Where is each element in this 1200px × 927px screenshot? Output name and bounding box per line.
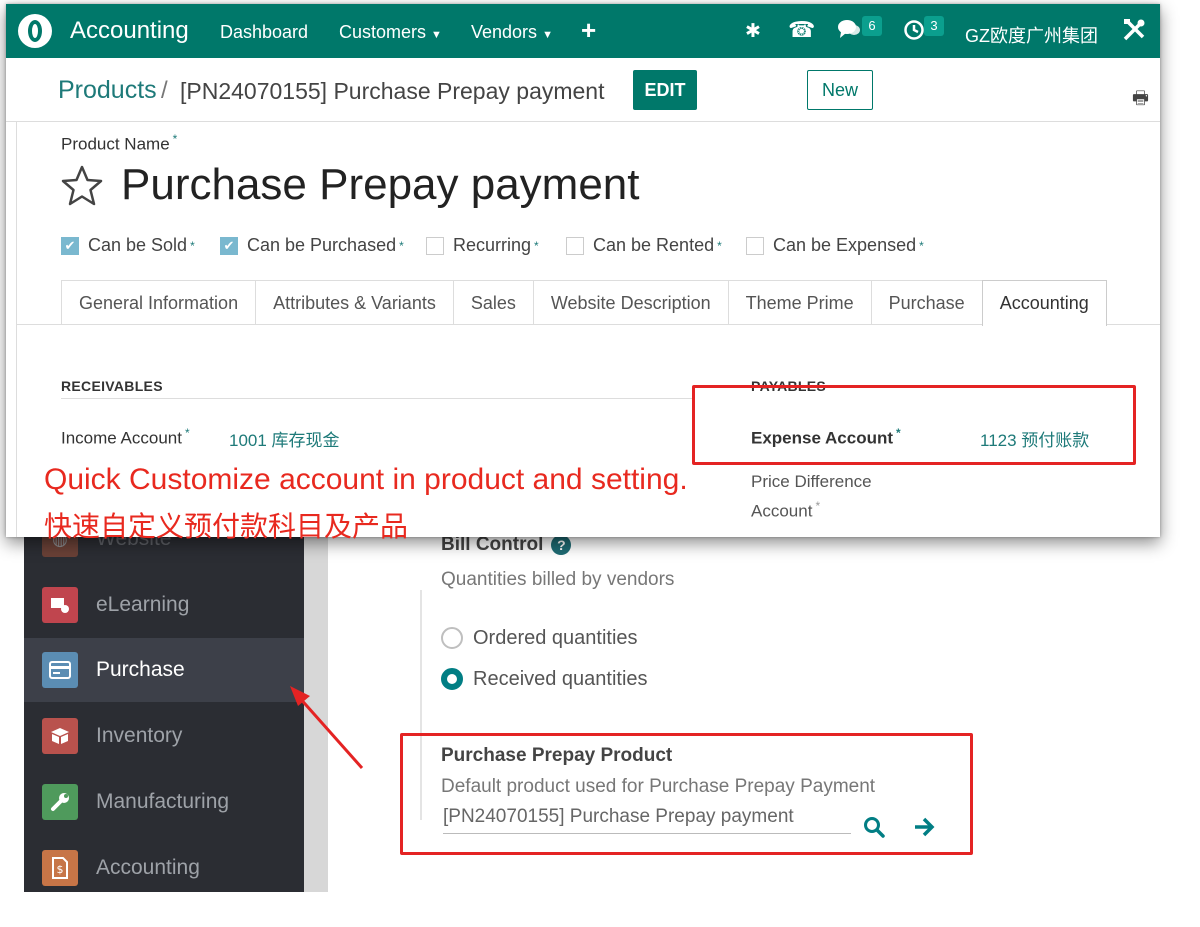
sidebar-item-purchase[interactable]: Purchase [24,638,304,702]
wrench-icon [42,784,78,820]
chat-icon[interactable] [837,18,861,46]
help-icon[interactable]: ? [551,535,572,555]
edit-button[interactable]: EDIT [633,70,697,110]
bill-control-setting: Bill Control ? [441,534,572,556]
company-switcher[interactable]: GZ欧度广州集团 [965,22,1098,48]
checkbox-unchecked[interactable] [426,236,444,255]
odoo-logo-icon[interactable] [18,14,52,48]
top-navbar: Accounting Dashboard Customers ▼ Vendors… [6,4,1160,58]
app-sidebar: ◍ Website eLearning Purchase Inventory M… [24,520,304,892]
notebook-tabs: General Information Attributes & Variant… [61,280,1107,326]
plus-icon[interactable]: + [581,15,596,46]
print-icon[interactable]: 🖶 [1132,86,1149,116]
bill-control-description: Quantities billed by vendors [441,569,675,590]
star-icon[interactable] [60,164,104,211]
caret-down-icon: ▼ [542,29,553,41]
prepay-product-value: [PN24070155] Purchase Prepay payment [443,806,794,827]
sidebar-item-label: Inventory [96,724,183,747]
checkbox-can-be-purchased[interactable]: ✔ Can be Purchased * [220,235,404,256]
prepay-product-title: Purchase Prepay Product [441,745,673,766]
menu-vendors[interactable]: Vendors ▼ [471,22,553,43]
caret-down-icon: ▼ [431,29,442,41]
checkbox-checked[interactable]: ✔ [61,236,79,255]
income-account-label: Income Account * [61,426,190,448]
caption-english: Quick Customize account in product and s… [44,463,688,496]
tab-theme-prime[interactable]: Theme Prime [727,280,872,324]
new-button[interactable]: New [807,70,873,110]
sidebar-item-label: Purchase [96,658,185,681]
price-difference-label-line1: Price Difference [751,472,872,491]
purchase-card-icon [42,652,78,688]
checkbox-can-be-sold[interactable]: ✔ Can be Sold * [61,235,195,256]
tab-sales[interactable]: Sales [452,280,534,324]
price-difference-label-line2: Account * [751,499,821,521]
menu-dashboard[interactable]: Dashboard [220,22,308,43]
prepay-product-field[interactable]: [PN24070155] Purchase Prepay payment [443,804,851,834]
invoice-icon: $ [42,850,78,886]
product-name-title[interactable]: Purchase Prepay payment [121,160,640,210]
menu-customers[interactable]: Customers ▼ [339,22,442,43]
checkbox-checked[interactable]: ✔ [220,236,238,255]
clock-icon[interactable] [903,19,925,47]
bill-control-title: Bill Control [441,534,544,555]
received-quantities-label[interactable]: Received quantities [473,668,648,691]
arrow-right-icon[interactable] [913,816,935,843]
svg-text:$: $ [57,863,64,876]
breadcrumb-current: [PN24070155] Purchase Prepay payment [180,78,605,104]
tools-icon[interactable] [1121,17,1147,49]
elearning-icon [42,587,78,623]
breadcrumb-products[interactable]: Products [58,76,157,105]
sidebar-item-label: Manufacturing [96,790,230,813]
box-icon [42,718,78,754]
checkbox-unchecked[interactable] [566,236,584,255]
sidebar-item-label: Accounting [96,856,200,879]
tab-website-description[interactable]: Website Description [532,280,729,324]
tab-general-information[interactable]: General Information [61,280,257,324]
tab-attributes-variants[interactable]: Attributes & Variants [255,280,454,324]
annotation-arrow [290,686,364,769]
prepay-highlight-box: Purchase Prepay Product Default product … [400,733,973,855]
income-account-value[interactable]: 1001 库存现金 [229,426,340,451]
app-name[interactable]: Accounting [70,17,189,45]
sidebar-item-label: eLearning [96,593,190,616]
receivables-divider [61,398,695,399]
chat-count-badge: 6 [862,16,882,36]
control-panel: Products / [PN24070155] Purchase Prepay … [6,58,1160,122]
settings-panel: ◍ Website eLearning Purchase Inventory M… [0,520,1200,927]
sidebar-item-inventory[interactable]: Inventory [24,704,304,768]
search-icon[interactable] [863,816,885,843]
bug-icon[interactable]: ✱ [745,20,761,43]
ordered-quantities-label[interactable]: Ordered quantities [473,627,638,650]
sidebar-item-elearning[interactable]: eLearning [24,573,304,637]
prepay-product-description: Default product used for Purchase Prepay… [441,776,876,797]
expense-account-highlight-box [692,385,1136,465]
checkbox-can-be-expensed[interactable]: Can be Expensed * [746,235,924,256]
ordered-quantities-radio[interactable] [441,627,463,649]
activity-count-badge: 3 [924,16,944,36]
breadcrumb-separator: / [161,77,168,104]
tab-purchase[interactable]: Purchase [870,280,983,324]
receivables-title: RECEIVABLES [61,378,163,394]
checkbox-unchecked[interactable] [746,236,764,255]
checkbox-can-be-rented[interactable]: Can be Rented * [566,235,722,256]
sidebar-item-manufacturing[interactable]: Manufacturing [24,770,304,834]
checkbox-recurring[interactable]: Recurring * [426,235,539,256]
phone-icon[interactable]: ☎ [788,17,815,43]
sidebar-item-accounting[interactable]: $ Accounting [24,836,304,900]
received-quantities-radio[interactable] [441,668,463,690]
tab-accounting[interactable]: Accounting [981,280,1107,326]
caption-chinese: 快速自定义预付款科目及产品 [44,511,409,542]
product-name-label: Product Name * [61,132,178,154]
